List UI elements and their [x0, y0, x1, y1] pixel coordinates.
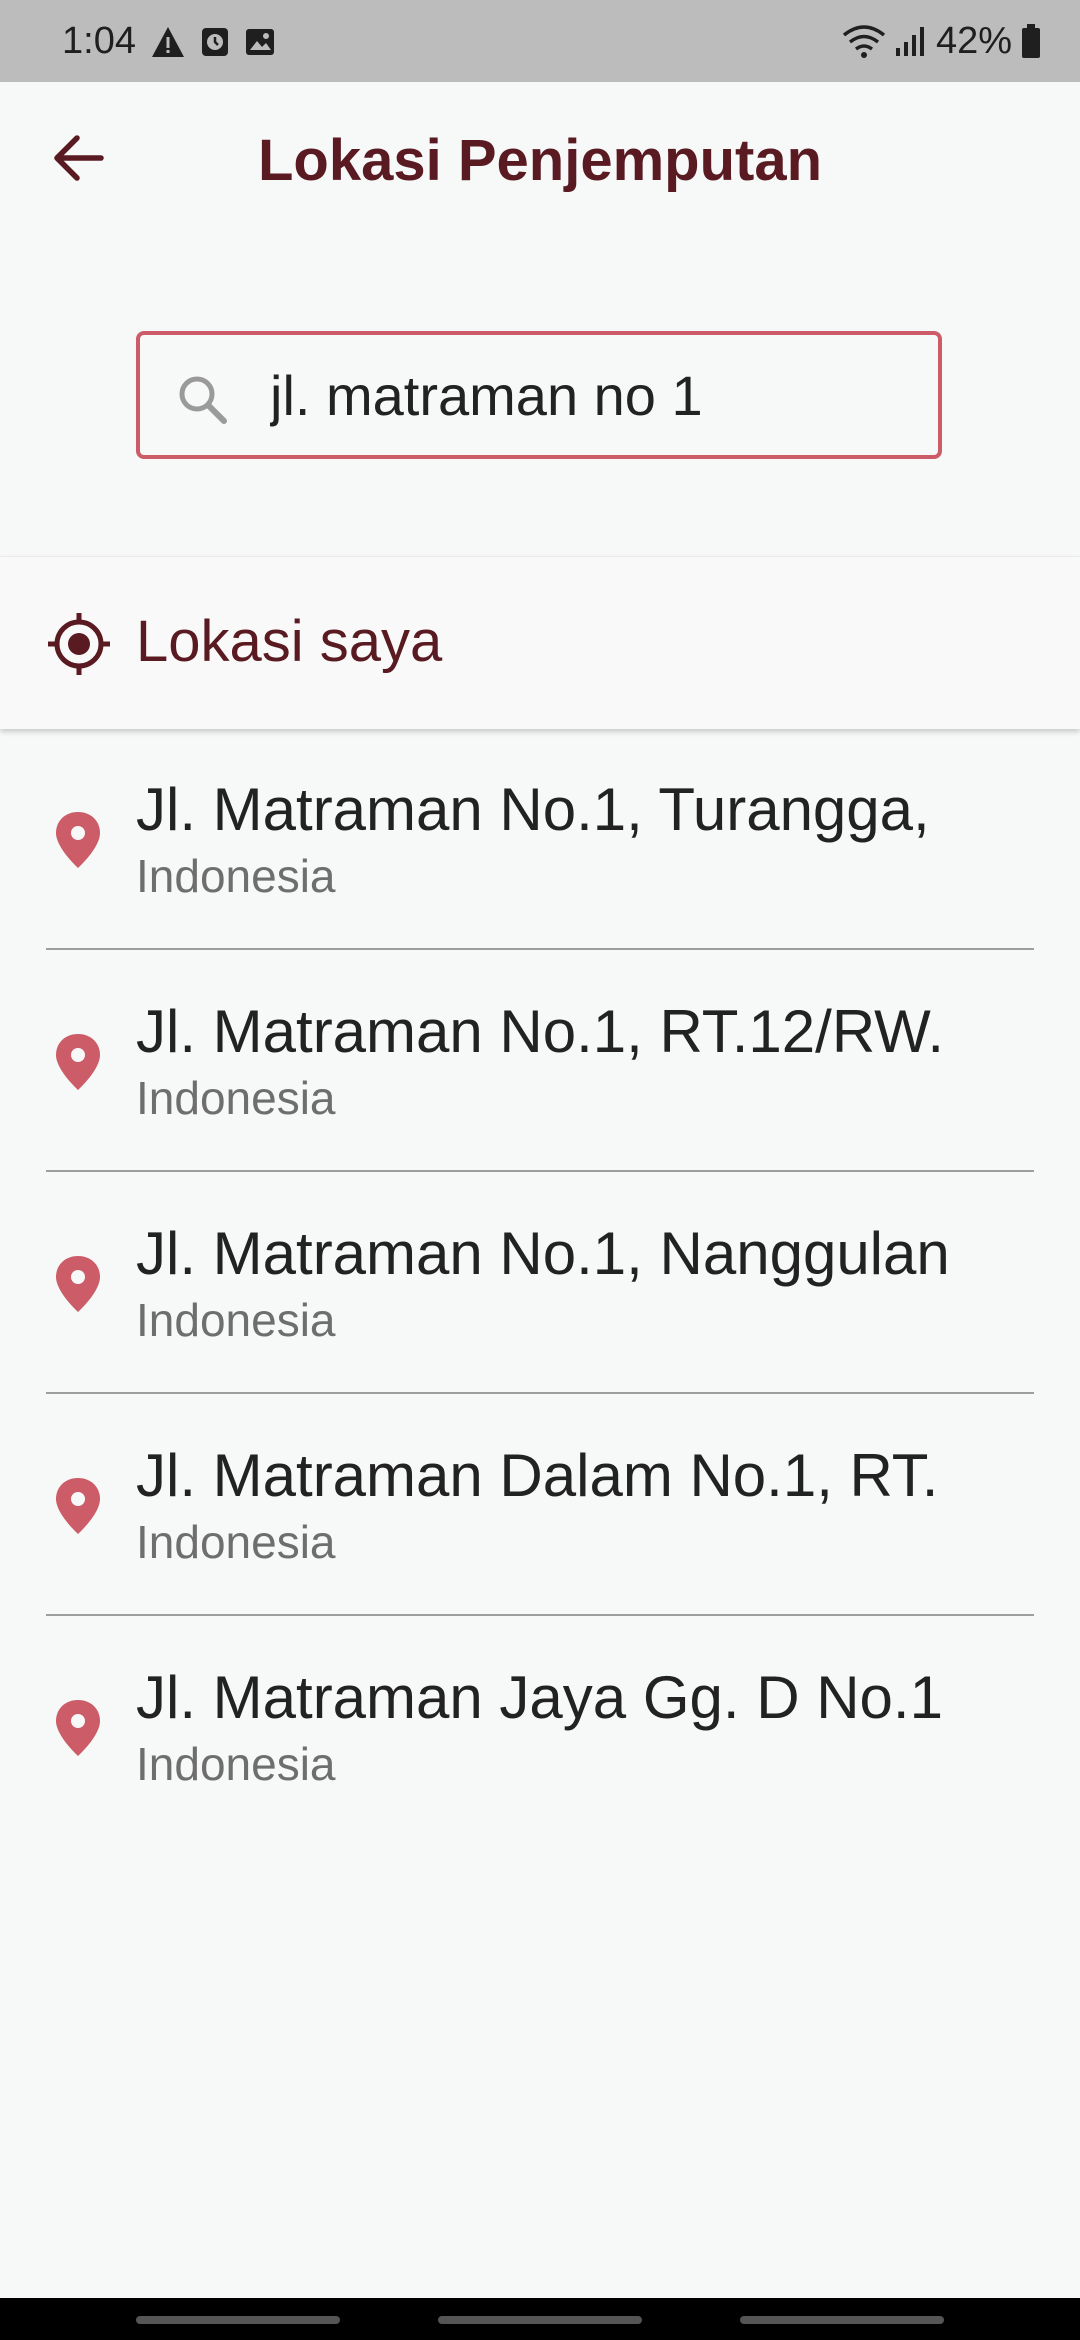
signal-icon [895, 27, 924, 56]
search-box[interactable] [136, 331, 942, 459]
battery-percentage: 42% [935, 20, 1012, 62]
status-bar: 1:04 42% [0, 0, 1080, 82]
system-nav-bar [0, 2298, 1080, 2340]
my-location-icon [48, 613, 110, 675]
result-item[interactable]: Jl. Matraman Jaya Gg. D No.1 Indonesia [0, 1616, 1080, 1838]
wifi-icon [842, 25, 886, 58]
result-title: Jl. Matraman No.1, Nanggulan [136, 1220, 950, 1287]
search-results-list: Jl. Matraman No.1, Turangga, Indonesia J… [0, 728, 1080, 1838]
search-input[interactable] [270, 355, 910, 435]
app-header: Lokasi Penjemputan [0, 82, 1080, 242]
status-notification-icons [150, 22, 276, 62]
warning-icon [152, 27, 184, 57]
result-item[interactable]: Jl. Matraman No.1, Nanggulan Indonesia [0, 1172, 1080, 1394]
result-subtitle: Indonesia [136, 1516, 336, 1568]
nav-home-button[interactable] [438, 2316, 642, 2324]
location-pin-icon [56, 1700, 100, 1756]
clock-app-icon [202, 28, 228, 56]
result-title: Jl. Matraman Jaya Gg. D No.1 [136, 1664, 943, 1731]
result-subtitle: Indonesia [136, 1072, 336, 1124]
status-system-icons: 42% [842, 18, 1042, 64]
result-subtitle: Indonesia [136, 850, 336, 902]
nav-back-button[interactable] [740, 2316, 944, 2324]
search-icon [179, 376, 227, 424]
result-subtitle: Indonesia [136, 1294, 336, 1346]
my-location-label: Lokasi saya [136, 609, 443, 674]
image-icon [246, 29, 274, 55]
result-title: Jl. Matraman No.1, Turangga, [136, 776, 930, 843]
status-time: 1:04 [62, 20, 136, 62]
result-title: Jl. Matraman No.1, RT.12/RW. [136, 998, 945, 1065]
result-subtitle: Indonesia [136, 1738, 336, 1790]
result-item[interactable]: Jl. Matraman No.1, Turangga, Indonesia [0, 728, 1080, 950]
my-location-button[interactable]: Lokasi saya [0, 556, 1080, 729]
result-title: Jl. Matraman Dalam No.1, RT. [136, 1442, 939, 1509]
location-pin-icon [56, 812, 100, 868]
location-pin-icon [56, 1034, 100, 1090]
result-item[interactable]: Jl. Matraman Dalam No.1, RT. Indonesia [0, 1394, 1080, 1616]
result-item[interactable]: Jl. Matraman No.1, RT.12/RW. Indonesia [0, 950, 1080, 1172]
battery-icon [1022, 24, 1040, 58]
location-pin-icon [56, 1256, 100, 1312]
nav-recents-button[interactable] [136, 2316, 340, 2324]
location-pin-icon [56, 1478, 100, 1534]
page-title: Lokasi Penjemputan [257, 128, 823, 193]
